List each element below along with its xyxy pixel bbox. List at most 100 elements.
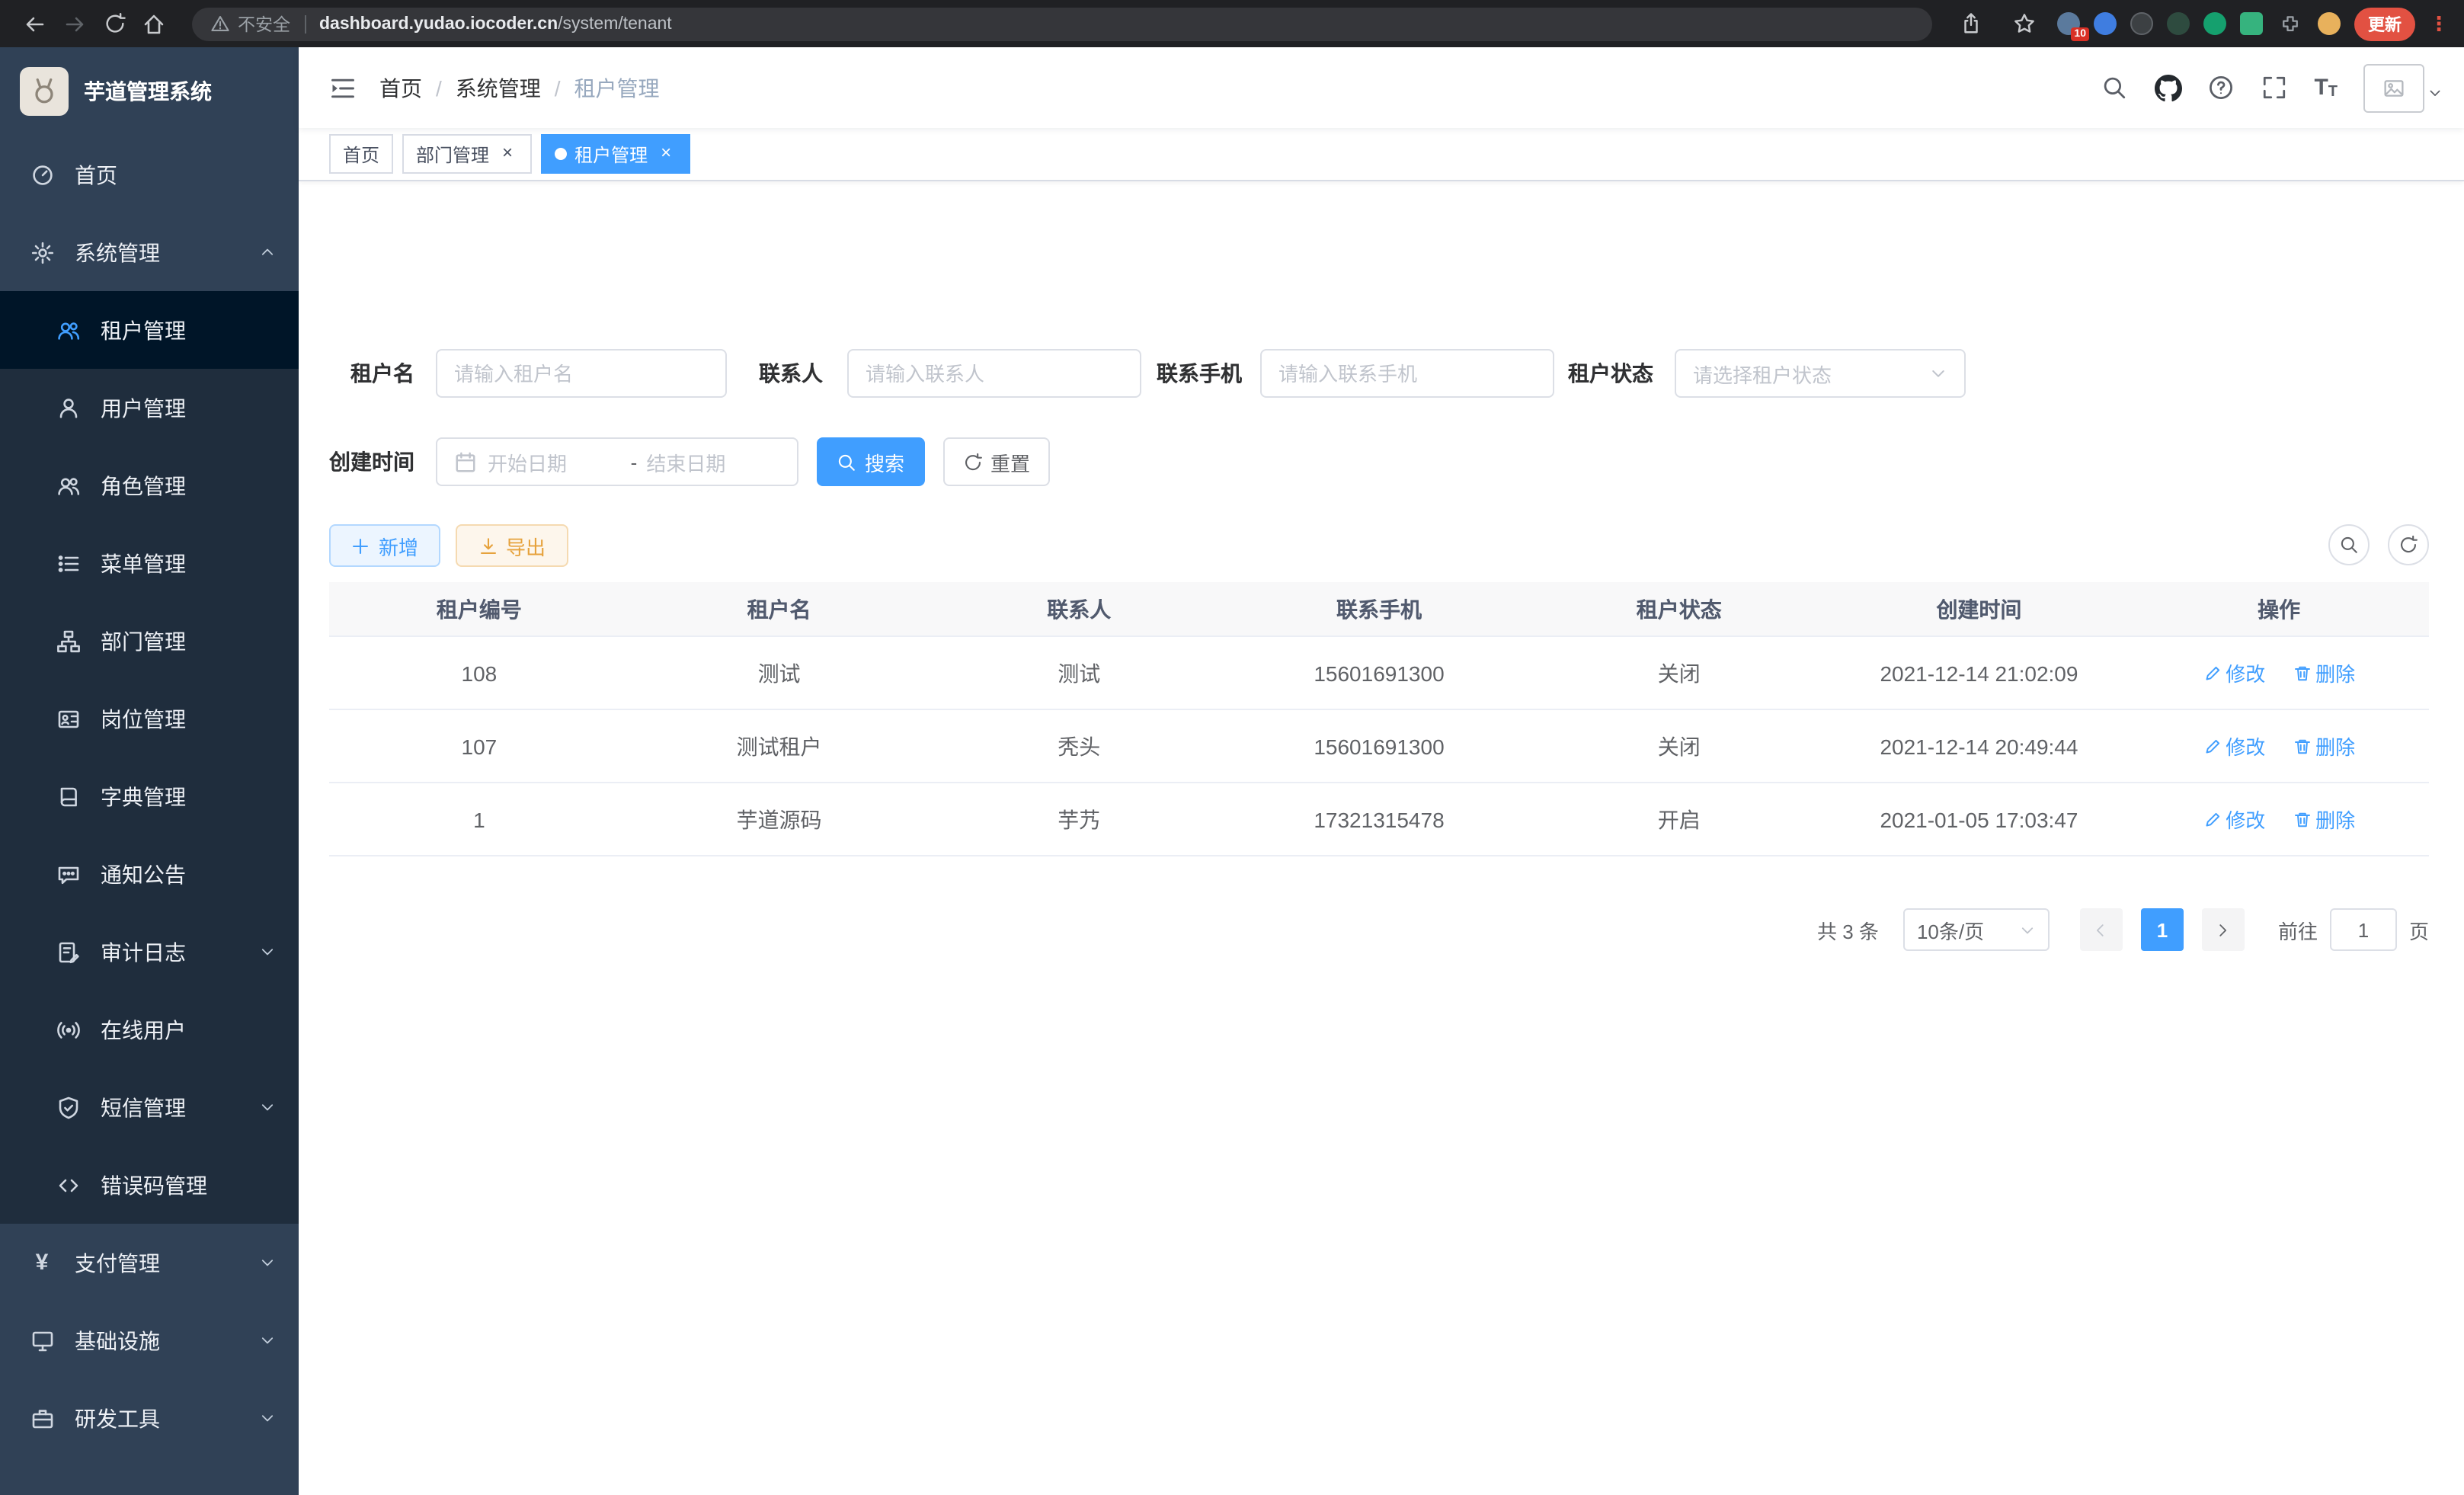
goto-page-input[interactable] (2330, 908, 2397, 951)
breadcrumb-home[interactable]: 首页 (379, 72, 422, 103)
share-icon[interactable] (1950, 4, 1990, 43)
warning-icon (210, 14, 230, 34)
table-row: 108 测试 测试 15601691300 关闭 2021-12-14 21:0… (329, 637, 2429, 710)
user-menu[interactable] (2363, 63, 2443, 112)
sidebar-item-dict[interactable]: 字典管理 (0, 757, 299, 835)
sidebar-item-menu[interactable]: 菜单管理 (0, 524, 299, 602)
chevron-left-icon (2093, 921, 2110, 938)
font-size-icon[interactable]: TT (2314, 75, 2338, 101)
date-range-picker[interactable]: 开始日期 - 结束日期 (436, 437, 798, 486)
plus-icon (351, 536, 371, 555)
contact-field[interactable] (847, 349, 1141, 398)
sidebar: 芋道管理系统 首页 系统管理 租户管理 (0, 47, 299, 1495)
add-button[interactable]: 新增 (329, 524, 440, 567)
close-icon[interactable]: × (655, 143, 677, 165)
sidebar-item-dept[interactable]: 部门管理 (0, 602, 299, 680)
search-button[interactable]: 搜索 (817, 437, 925, 486)
date-end[interactable]: 结束日期 (646, 447, 780, 476)
chevron-down-icon (259, 1410, 276, 1426)
delete-link[interactable]: 删除 (2293, 731, 2355, 760)
app-title: 芋道管理系统 (84, 76, 212, 107)
header-search-icon[interactable] (2101, 74, 2128, 101)
sidebar-item-role[interactable]: 角色管理 (0, 447, 299, 524)
sidebar-item-tenant[interactable]: 租户管理 (0, 291, 299, 369)
chevron-up-icon (259, 244, 276, 261)
extension-green-square-icon[interactable] (2240, 12, 2263, 35)
status-select[interactable]: 请选择租户状态 (1675, 349, 1966, 398)
table-row: 107 测试租户 秃头 15601691300 关闭 2021-12-14 20… (329, 710, 2429, 783)
tenant-name-label: 租户名 (299, 349, 414, 398)
sidebar-item-infra[interactable]: 基础设施 (0, 1301, 299, 1379)
fullscreen-icon[interactable] (2261, 74, 2288, 101)
edit-link[interactable]: 修改 (2203, 658, 2265, 687)
prev-page-button[interactable] (2080, 908, 2123, 951)
export-button[interactable]: 导出 (456, 524, 568, 567)
tab-tenant[interactable]: 租户管理 × (541, 134, 690, 174)
sidebar-item-home[interactable]: 首页 (0, 136, 299, 213)
profile-avatar-icon[interactable] (2318, 12, 2341, 35)
app-header: 首页 / 系统管理 / 租户管理 TT (299, 47, 2464, 128)
sidebar-fold-icon[interactable] (299, 47, 379, 128)
extensions-puzzle-icon[interactable] (2277, 4, 2304, 43)
header-actions: TT (2101, 63, 2464, 112)
chevron-down-icon (2019, 921, 2036, 938)
tenant-name-field[interactable] (436, 349, 727, 398)
extension-darkgreen-icon[interactable] (2167, 12, 2190, 35)
edit-link[interactable]: 修改 (2203, 805, 2265, 834)
system-submenu: 租户管理 用户管理 角色管理 菜单管理 (0, 291, 299, 1224)
sidebar-item-devtools[interactable]: 研发工具 (0, 1379, 299, 1457)
delete-link[interactable]: 删除 (2293, 805, 2355, 834)
sidebar-item-errcode[interactable]: 错误码管理 (0, 1146, 299, 1224)
trash-icon (2293, 737, 2311, 755)
tenant-name-input[interactable] (454, 362, 709, 385)
edit-link[interactable]: 修改 (2203, 731, 2265, 760)
bookmark-star-icon[interactable] (2004, 4, 2043, 43)
browser-back-icon[interactable] (15, 4, 55, 43)
page-size-select[interactable]: 10条/页 (1903, 908, 2050, 951)
phone-field[interactable] (1260, 349, 1554, 398)
delete-link[interactable]: 删除 (2293, 658, 2355, 687)
browser-home-icon[interactable] (134, 4, 174, 43)
next-page-button[interactable] (2202, 908, 2245, 951)
chrome-update-button[interactable]: 更新 (2354, 7, 2415, 40)
reset-button[interactable]: 重置 (943, 437, 1050, 486)
dept-icon (55, 628, 81, 654)
extension-blocker-icon[interactable]: 10 (2057, 12, 2080, 35)
contact-input[interactable] (866, 362, 1123, 385)
status-label: 租户状态 (1525, 349, 1653, 398)
phone-input[interactable] (1278, 362, 1536, 385)
sidebar-item-notice[interactable]: 通知公告 (0, 835, 299, 913)
chrome-menu-icon[interactable]: ⋮ (2429, 11, 2449, 36)
breadcrumb-system[interactable]: 系统管理 (456, 72, 541, 103)
sidebar-item-system[interactable]: 系统管理 (0, 213, 299, 291)
sidebar-item-audit[interactable]: 审计日志 (0, 913, 299, 991)
browser-forward-icon[interactable] (55, 4, 94, 43)
date-start[interactable]: 开始日期 (488, 447, 622, 476)
sidebar-item-online[interactable]: 在线用户 (0, 991, 299, 1068)
security-chip[interactable]: 不安全 (210, 11, 290, 36)
extension-green-check-icon[interactable] (2203, 12, 2226, 35)
tab-dept[interactable]: 部门管理 × (402, 134, 532, 174)
sidebar-item-payment[interactable]: ¥ 支付管理 (0, 1224, 299, 1301)
logo-image (20, 67, 69, 116)
extension-blue-icon[interactable] (2094, 12, 2117, 35)
refresh-table-button[interactable] (2388, 524, 2429, 565)
tab-home[interactable]: 首页 (329, 134, 393, 174)
help-icon[interactable] (2207, 74, 2235, 101)
edit-icon (2203, 664, 2221, 682)
page-number-button[interactable]: 1 (2141, 908, 2184, 951)
browser-reload-icon[interactable] (94, 4, 134, 43)
github-icon[interactable] (2154, 74, 2181, 101)
page-content: 租户名 联系人 联系手机 租户状态 请选择租户状态 创建时间 开始日期 (299, 181, 2464, 1495)
chevron-down-icon (259, 1099, 276, 1116)
address-bar[interactable]: 不安全 dashboard.yudao.iocoder.cn /system/t… (192, 7, 1932, 40)
toggle-search-button[interactable] (2328, 524, 2370, 565)
extension-dark-icon[interactable] (2130, 12, 2153, 35)
sidebar-item-post[interactable]: 岗位管理 (0, 680, 299, 757)
sidebar-item-user[interactable]: 用户管理 (0, 369, 299, 447)
gear-icon (29, 239, 55, 265)
sidebar-item-sms[interactable]: 短信管理 (0, 1068, 299, 1146)
online-icon (55, 1016, 81, 1042)
close-icon[interactable]: × (497, 143, 518, 165)
logo[interactable]: 芋道管理系统 (0, 47, 299, 136)
